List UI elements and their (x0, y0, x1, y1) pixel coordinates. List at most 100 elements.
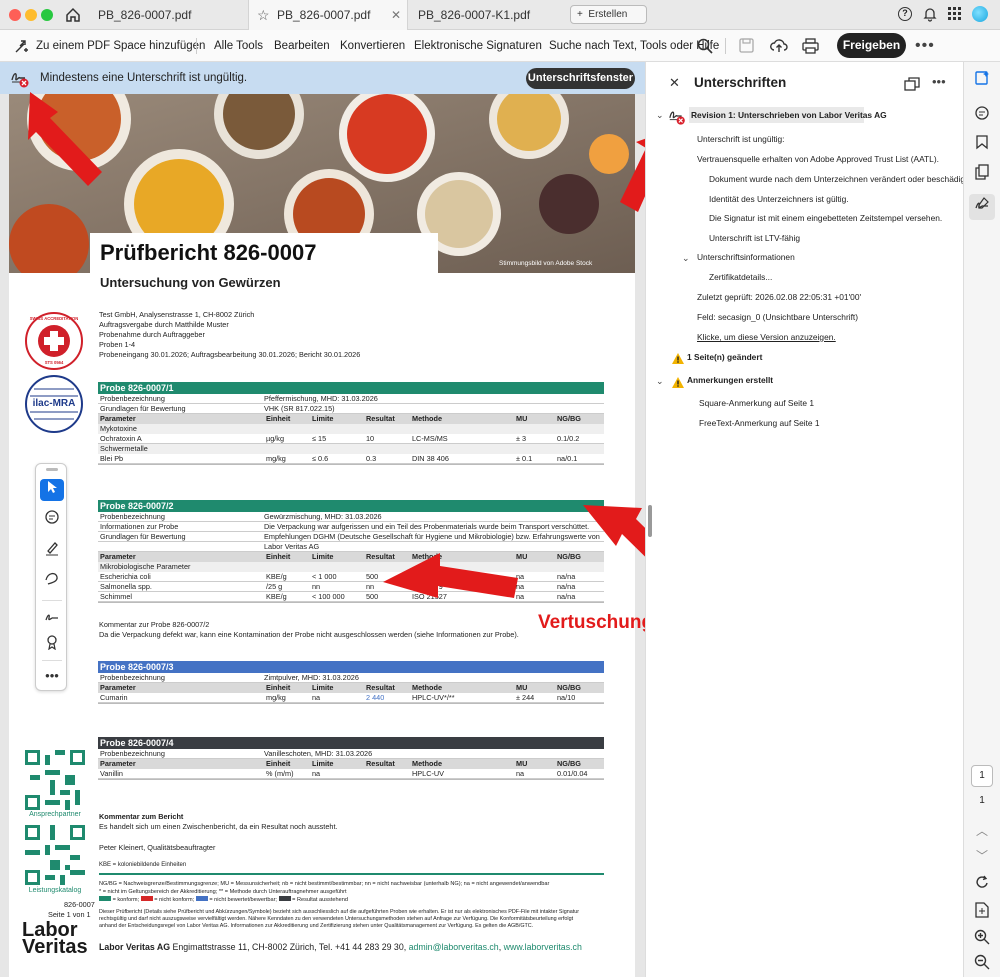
ai-assistant-icon[interactable] (971, 70, 993, 92)
column-header: NG/BG (557, 683, 581, 692)
column-header: Parameter (100, 414, 136, 423)
info-value: Pfeffermischung, MHD: 31.03.2026 (264, 394, 378, 403)
panel-more-icon[interactable]: ••• (932, 74, 946, 89)
share-button[interactable]: Freigeben (837, 33, 906, 58)
tab-2-active[interactable]: ☆ PB_826-0007.pdf ✕ (248, 0, 408, 30)
revision-item[interactable]: Revision 1: Unterschrieben von Labor Ver… (689, 107, 887, 123)
all-tools-button[interactable]: Alle Tools (214, 30, 263, 62)
upload-cloud-icon[interactable] (770, 37, 788, 57)
print-icon[interactable] (802, 38, 819, 57)
divider (725, 38, 726, 54)
certificate-details-link[interactable]: Zertifikatdetails... (709, 272, 772, 282)
table-cell: ± 3 (516, 434, 527, 443)
bell-icon[interactable] (922, 6, 938, 27)
tab-1[interactable]: PB_826-0007.pdf (88, 0, 248, 30)
last-checked-item: Zuletzt geprüft: 2026.02.08 22:05:31 +01… (697, 292, 862, 302)
divider (42, 660, 62, 661)
signature-window-button[interactable]: Unterschriftsfenster (526, 68, 635, 89)
column-header: Methode (412, 759, 442, 768)
ilac-text: ilac-MRA (32, 398, 76, 409)
info-label: Probenbezeichnung (100, 512, 165, 521)
footer-email-link[interactable]: admin@laborveritas.ch (409, 942, 499, 952)
comment-tool-icon[interactable] (40, 510, 64, 532)
info-label: Probenbezeichnung (100, 394, 165, 403)
footer-web-link[interactable]: www.laborveritas.ch (504, 942, 582, 952)
save-icon[interactable] (739, 38, 754, 56)
user-avatar[interactable] (972, 6, 988, 22)
fit-page-icon[interactable] (971, 902, 993, 924)
address-block: Test GmbH, Analysenstrasse 1, CH-8002 Zü… (99, 310, 360, 360)
panel-resize-handle[interactable] (648, 505, 652, 537)
footer-company: Labor Veritas AG (99, 942, 171, 952)
close-tab-icon[interactable]: ✕ (391, 0, 401, 30)
apps-grid-icon[interactable] (948, 7, 962, 26)
sig-info-item[interactable]: Unterschriftsinformationen (697, 252, 795, 262)
minimize-window-button[interactable] (25, 9, 37, 21)
drag-handle[interactable] (46, 468, 58, 471)
select-tool-icon[interactable] (40, 479, 64, 501)
chevron-down-icon[interactable]: ⌄ (682, 253, 690, 264)
sample-table: Probe 826-0007/1 Probenbezeichnung Pfeffer… (98, 382, 604, 465)
help-icon[interactable]: ? (898, 7, 912, 21)
table-cell: HPLC-UV*/** (412, 693, 455, 702)
new-tab-label: Erstellen (588, 9, 628, 20)
close-panel-icon[interactable]: ✕ (669, 75, 680, 91)
highlight-tool-icon[interactable] (40, 540, 64, 562)
annotation-item[interactable]: Square-Anmerkung auf Seite 1 (699, 398, 814, 408)
chevron-down-icon[interactable]: ﹀ (971, 845, 993, 867)
column-header: Einheit (266, 414, 291, 423)
signatures-panel-icon[interactable] (969, 194, 995, 220)
column-header: Einheit (266, 552, 291, 561)
legend-swatch-blue (195, 896, 208, 901)
star-icon[interactable]: ☆ (257, 0, 270, 30)
legend-colors: = konform; = nicht konform; = nicht bewe… (99, 896, 348, 904)
zoom-out-icon[interactable] (971, 954, 993, 976)
add-to-pdf-space-button[interactable]: Zu einem PDF Space hinzufügen (36, 30, 205, 62)
zoom-window-button[interactable] (41, 9, 53, 21)
table-cell: 0.3 (366, 454, 377, 463)
field-item: Feld: secasign_0 (Unsichtbare Unterschri… (697, 312, 859, 322)
pages-changed-item[interactable]: 1 Seite(n) geändert (687, 352, 762, 362)
table-cell: % (m/m) (266, 769, 294, 778)
table-row: Schimmel KBE/g < 100 000 500 ISO 21527 na na/n… (98, 592, 604, 602)
panel-options-icon[interactable] (904, 76, 920, 97)
table-header-row: Parameter Einheit Limite Resultat Methode MU N… (98, 683, 604, 693)
more-tools-icon[interactable]: ••• (40, 665, 64, 687)
sign-tool-icon[interactable] (40, 608, 64, 630)
view-version-link[interactable]: Klicke, um diese Version anzuzeigen. (697, 332, 836, 342)
table-cell: KBE/g (266, 592, 287, 601)
chevron-down-icon[interactable]: ⌄ (656, 110, 664, 121)
plus-icon: + (577, 9, 583, 20)
annotations-created-item[interactable]: Anmerkungen erstellt (687, 375, 773, 385)
edit-button[interactable]: Bearbeiten (274, 30, 330, 62)
search-icon[interactable] (697, 38, 713, 57)
banner-message: Mindestens eine Unterschrift ist ungülti… (40, 72, 248, 84)
table-cell: na (312, 769, 321, 778)
info-value: Vanilleschoten, MHD: 31.03.2026 (264, 749, 373, 758)
footer-address: Engimattstrasse 11, CH-8002 Zürich, Tel.… (170, 942, 409, 952)
new-tab-button[interactable]: + Erstellen (570, 5, 647, 24)
pages-icon[interactable] (971, 164, 993, 186)
comments-icon[interactable] (971, 105, 993, 127)
table-cell: ISO 6579 (412, 582, 443, 591)
chevron-up-icon[interactable]: ︿ (971, 820, 993, 842)
zoom-in-icon[interactable] (971, 929, 993, 951)
tab-3[interactable]: PB_826-0007-K1.pdf (408, 0, 563, 30)
rotate-icon[interactable] (971, 874, 993, 896)
esign-button[interactable]: Elektronische Signaturen (414, 30, 542, 62)
bookmarks-icon[interactable] (971, 134, 993, 156)
draw-tool-icon[interactable] (40, 570, 64, 592)
logo-line: Veritas (22, 936, 88, 958)
chevron-down-icon[interactable]: ⌄ (656, 376, 664, 387)
page-number-input[interactable]: 1 (971, 765, 993, 787)
search-field[interactable]: Suche nach Text, Tools oder Hilfe (549, 30, 719, 62)
info-value: Gewürzmischung, MHD: 31.03.2026 (264, 512, 382, 521)
more-options-icon[interactable]: ••• (915, 30, 935, 62)
annotation-item[interactable]: FreeText-Anmerkung auf Seite 1 (699, 418, 820, 428)
home-icon[interactable] (64, 6, 82, 24)
info-label: Informationen zur Probe (100, 522, 179, 531)
stamp-tool-icon[interactable] (40, 634, 64, 656)
close-window-button[interactable] (9, 9, 21, 21)
convert-button[interactable]: Konvertieren (340, 30, 405, 62)
sample-comment-title: Kommentar zur Probe 826-0007/2 (99, 620, 210, 629)
